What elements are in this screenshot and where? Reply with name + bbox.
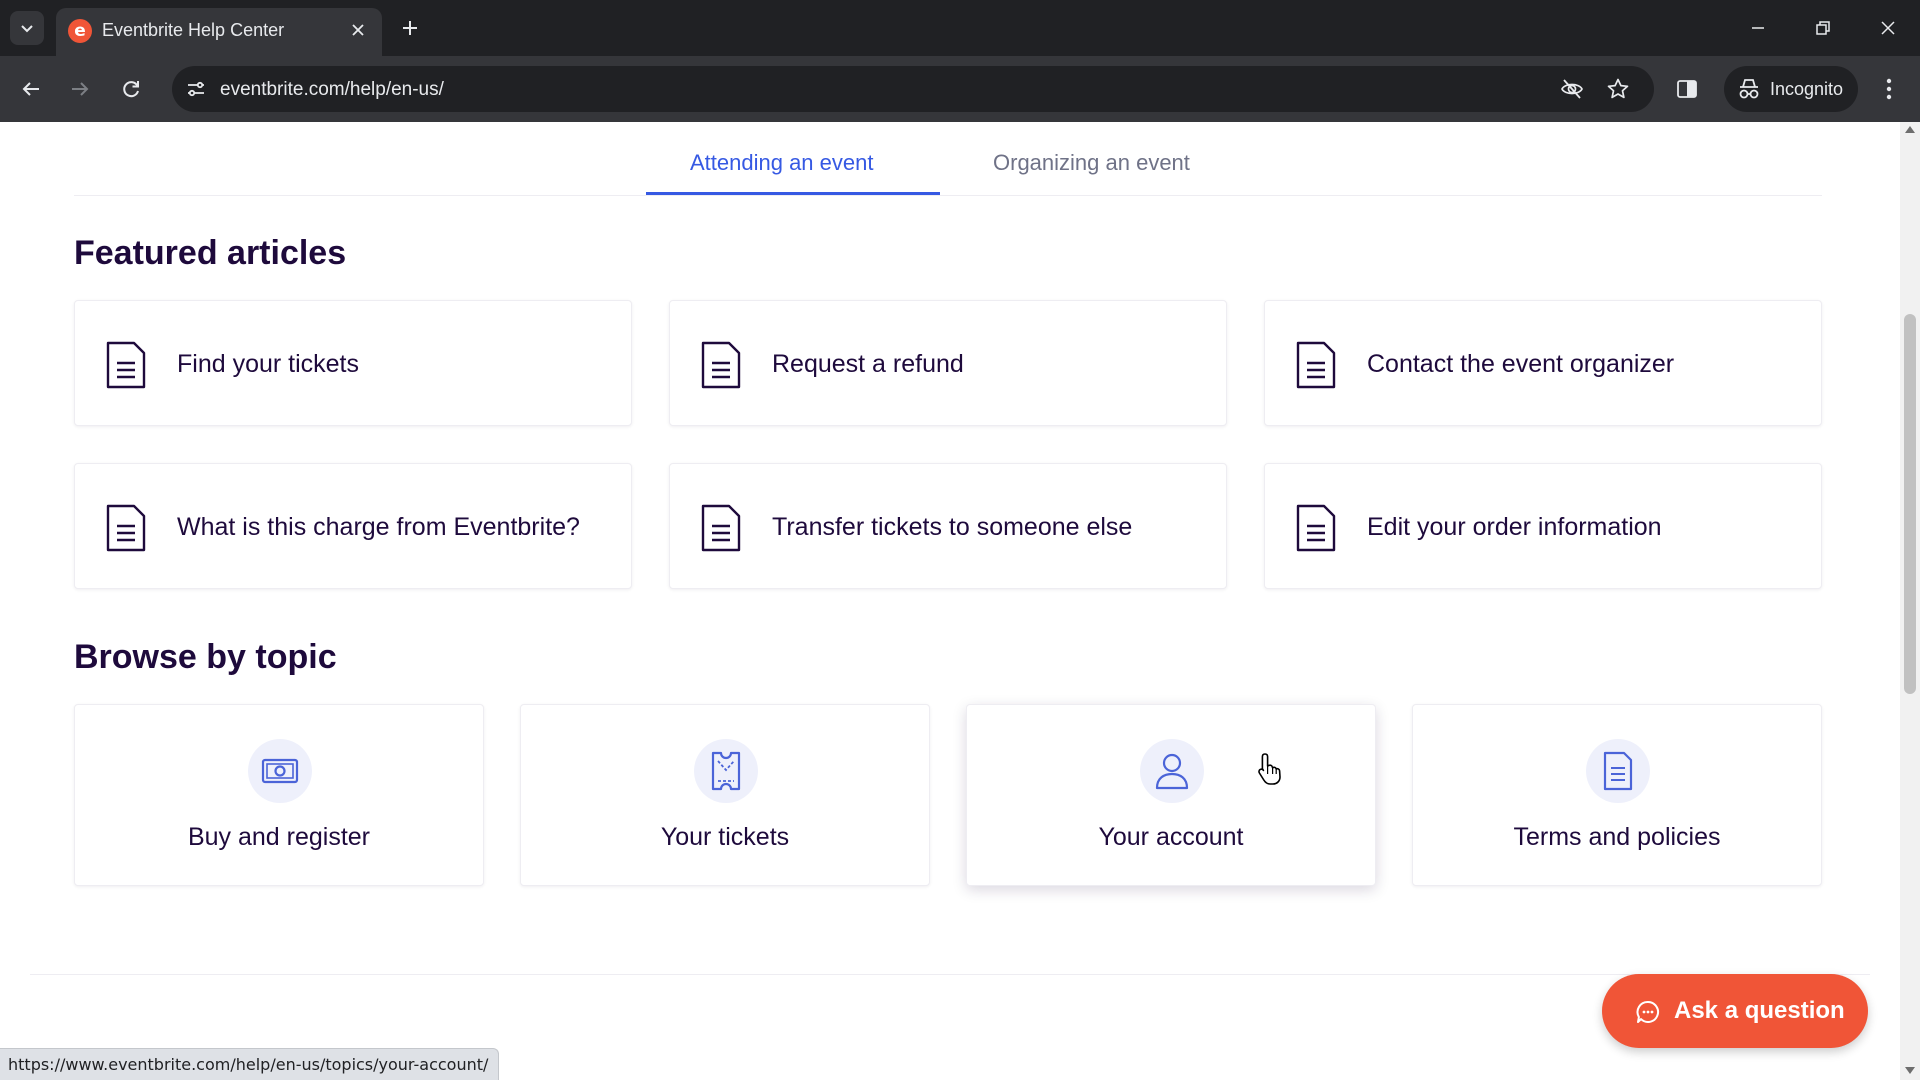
topic-icon-wrap bbox=[1140, 739, 1204, 803]
site-info-button[interactable] bbox=[184, 77, 208, 101]
more-vertical-icon bbox=[1886, 78, 1892, 100]
plus-icon bbox=[403, 21, 417, 35]
article-label: Contact the event organizer bbox=[1367, 350, 1675, 378]
forward-button[interactable] bbox=[63, 72, 97, 106]
close-icon bbox=[352, 24, 364, 36]
cash-icon bbox=[261, 758, 299, 784]
address-bar[interactable]: eventbrite.com/help/en-us/ bbox=[172, 66, 1654, 112]
topic-card-your-account[interactable]: Your account bbox=[966, 704, 1376, 886]
featured-articles-heading: Featured articles bbox=[74, 234, 347, 272]
minimize-button[interactable] bbox=[1738, 10, 1778, 46]
bookmark-button[interactable] bbox=[1606, 77, 1630, 101]
ticket-icon bbox=[711, 751, 741, 791]
reload-icon bbox=[123, 81, 139, 98]
ask-a-question-label: Ask a question bbox=[1674, 997, 1845, 1024]
scroll-down-arrow-icon[interactable] bbox=[1905, 1067, 1915, 1074]
hand-pointer-cursor-icon bbox=[1258, 753, 1281, 785]
link-preview-status: https://www.eventbrite.com/help/en-us/to… bbox=[0, 1048, 500, 1080]
section-divider bbox=[30, 974, 1870, 975]
side-panel-button[interactable] bbox=[1672, 74, 1702, 104]
url-text[interactable]: eventbrite.com/help/en-us/ bbox=[220, 79, 444, 101]
new-tab-button[interactable] bbox=[396, 14, 424, 42]
topic-label: Your account bbox=[1098, 823, 1244, 851]
ask-a-question-button[interactable]: Ask a question bbox=[1602, 974, 1868, 1048]
restore-button[interactable] bbox=[1803, 10, 1843, 46]
browse-by-topic-heading: Browse by topic bbox=[74, 638, 337, 676]
scrollbar-thumb[interactable] bbox=[1904, 314, 1916, 694]
document-icon bbox=[1296, 504, 1336, 552]
user-icon bbox=[1155, 753, 1189, 790]
article-card-contact-the-event-organizer[interactable]: Contact the event organizer bbox=[1264, 300, 1822, 426]
document-icon bbox=[701, 504, 741, 552]
star-icon bbox=[1607, 78, 1629, 99]
incognito-icon bbox=[1739, 79, 1759, 99]
restore-icon bbox=[1816, 21, 1830, 35]
topic-label: Buy and register bbox=[187, 823, 371, 851]
page-scrollbar[interactable] bbox=[1900, 122, 1920, 1080]
tab-attending-an-event[interactable]: Attending an event bbox=[690, 150, 873, 176]
article-card-what-is-this-charge[interactable]: What is this charge from Eventbrite? bbox=[74, 463, 632, 589]
window-close-button[interactable] bbox=[1868, 10, 1908, 46]
help-center-page: Attending an event Organizing an event F… bbox=[0, 122, 1900, 1080]
article-card-edit-your-order-information[interactable]: Edit your order information bbox=[1264, 463, 1822, 589]
audience-tabs: Attending an event Organizing an event bbox=[74, 122, 1822, 196]
chat-bubble-icon bbox=[1636, 1000, 1660, 1023]
arrow-right-icon bbox=[72, 82, 89, 96]
article-label: Transfer tickets to someone else bbox=[772, 513, 1133, 541]
document-icon bbox=[106, 504, 146, 552]
back-button[interactable] bbox=[14, 72, 48, 106]
article-label: Request a refund bbox=[772, 350, 964, 378]
browser-menu-button[interactable] bbox=[1874, 74, 1904, 104]
side-panel-icon bbox=[1677, 80, 1697, 98]
document-icon bbox=[106, 341, 146, 389]
article-card-transfer-tickets[interactable]: Transfer tickets to someone else bbox=[669, 463, 1227, 589]
tracking-protection-button[interactable] bbox=[1560, 77, 1584, 101]
document-icon bbox=[701, 341, 741, 389]
reload-button[interactable] bbox=[114, 72, 148, 106]
topic-icon-wrap bbox=[1586, 739, 1650, 803]
eye-off-icon bbox=[1561, 79, 1583, 99]
chevron-down-icon bbox=[21, 25, 33, 33]
tune-icon bbox=[188, 81, 204, 97]
topic-icon-wrap bbox=[694, 739, 758, 803]
browser-tab[interactable]: e Eventbrite Help Center bbox=[56, 8, 382, 56]
article-label: Find your tickets bbox=[177, 350, 360, 378]
browser-toolbar: eventbrite.com/help/en-us/ Incognito bbox=[0, 56, 1920, 122]
topic-label: Terms and policies bbox=[1513, 823, 1721, 851]
policy-document-icon bbox=[1603, 751, 1633, 791]
minimize-icon bbox=[1752, 27, 1764, 29]
topic-icon-wrap bbox=[248, 739, 312, 803]
topic-card-buy-and-register[interactable]: Buy and register bbox=[74, 704, 484, 886]
tab-organizing-an-event[interactable]: Organizing an event bbox=[993, 150, 1190, 176]
incognito-label: Incognito bbox=[1770, 79, 1844, 99]
eventbrite-favicon-icon: e bbox=[68, 19, 92, 43]
tab-close-button[interactable] bbox=[346, 18, 370, 42]
article-label: What is this charge from Eventbrite? bbox=[177, 513, 580, 541]
topic-label: Your tickets bbox=[660, 823, 790, 851]
article-card-find-your-tickets[interactable]: Find your tickets bbox=[74, 300, 632, 426]
active-tab-indicator bbox=[646, 192, 940, 195]
arrow-left-icon bbox=[22, 82, 39, 96]
scroll-up-arrow-icon[interactable] bbox=[1905, 126, 1915, 133]
close-icon bbox=[1881, 21, 1895, 35]
topic-card-your-tickets[interactable]: Your tickets bbox=[520, 704, 930, 886]
topic-card-terms-and-policies[interactable]: Terms and policies bbox=[1412, 704, 1822, 886]
document-icon bbox=[1296, 341, 1336, 389]
article-card-request-a-refund[interactable]: Request a refund bbox=[669, 300, 1227, 426]
incognito-indicator[interactable]: Incognito bbox=[1724, 66, 1858, 112]
tab-title: Eventbrite Help Center bbox=[102, 20, 285, 40]
tab-search-button[interactable] bbox=[10, 11, 44, 45]
browser-tab-bar: e Eventbrite Help Center bbox=[0, 0, 1920, 56]
article-label: Edit your order information bbox=[1367, 513, 1662, 541]
